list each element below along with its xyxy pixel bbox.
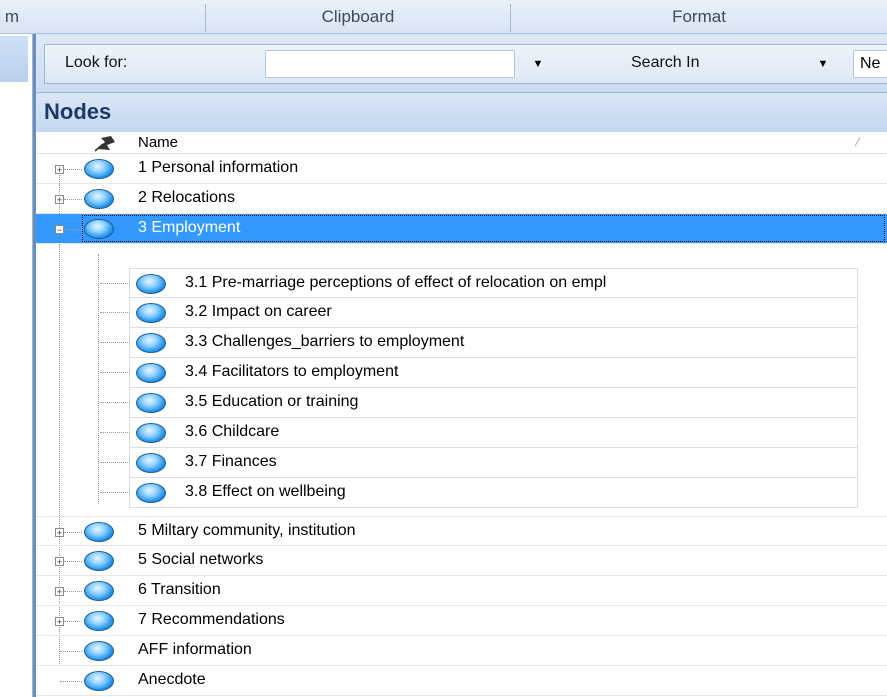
nodes-panel-header: Nodes [36, 92, 887, 132]
tree-line [100, 372, 130, 373]
collapse-minus-icon[interactable]: − [55, 225, 64, 235]
expand-plus-icon[interactable]: + [55, 557, 64, 567]
child-node-label: 3.5 Education or training [185, 393, 359, 410]
tree-line [100, 492, 130, 493]
tree-node-row[interactable]: Anecdote [36, 666, 887, 696]
tree-line [64, 229, 82, 230]
search-in-value[interactable]: Ne [853, 50, 887, 78]
node-icon [136, 483, 166, 503]
node-icon [84, 641, 114, 661]
node-icon [84, 159, 114, 179]
node-icon [84, 551, 114, 571]
panel-title: Nodes [44, 99, 112, 124]
tree-node-row[interactable]: AFF information [36, 636, 887, 666]
tree-node-row[interactable]: + 5 Miltary community, institution [36, 516, 887, 546]
dropdown-arrow-icon: ▼ [532, 58, 544, 70]
dropdown-arrow-icon: ▼ [817, 58, 829, 70]
tree-node-row-selected[interactable]: − 3 Employment [36, 214, 887, 244]
child-node-label: 3.6 Childcare [185, 423, 280, 440]
node-label: Anecdote [138, 671, 206, 688]
node-label: 2 Relocations [138, 189, 235, 206]
node-icon [84, 219, 114, 239]
node-icon [136, 423, 166, 443]
node-icon [84, 581, 114, 601]
column-header[interactable]: Name ⁄ [36, 132, 887, 154]
node-icon [136, 274, 166, 294]
child-node-label: 3.4 Facilitators to employment [185, 363, 399, 380]
node-label: 7 Recommendations [138, 611, 285, 628]
expand-plus-icon[interactable]: + [55, 195, 64, 205]
look-for-input[interactable] [265, 50, 515, 78]
child-node-row[interactable]: 3.6 Childcare [100, 418, 858, 448]
node-icon [136, 453, 166, 473]
pin-icon[interactable] [93, 133, 119, 153]
ribbon-group-partial: m [4, 7, 20, 26]
tree-line [100, 312, 130, 313]
node-icon [136, 393, 166, 413]
node-icon [84, 189, 114, 209]
node-label: 5 Social networks [138, 551, 264, 568]
look-for-dropdown-button[interactable]: ▼ [525, 50, 551, 78]
tree-node-row[interactable]: + 2 Relocations [36, 184, 887, 214]
child-node-row[interactable]: 3.3 Challenges_barriers to employment [100, 328, 858, 358]
node-label: 5 Miltary community, institution [138, 522, 356, 539]
tree-line [100, 342, 130, 343]
tree-line [64, 621, 82, 622]
child-node-row[interactable]: 3.7 Finances [100, 448, 858, 478]
child-node-row[interactable]: 3.8 Effect on wellbeing [100, 478, 858, 508]
child-node-label: 3.7 Finances [185, 453, 277, 470]
column-name-header[interactable]: Name [138, 134, 178, 151]
expand-plus-icon[interactable]: + [55, 587, 64, 597]
child-node-label: 3.2 Impact on career [185, 303, 332, 320]
navigation-pane [0, 34, 33, 697]
expand-plus-icon[interactable]: + [55, 165, 64, 175]
look-for-label: Look for: [65, 54, 128, 71]
navigation-pane-header [0, 36, 28, 82]
tree-line [64, 561, 82, 562]
expand-plus-icon[interactable]: + [55, 528, 64, 538]
tree-node-row[interactable]: + 5 Social networks [36, 546, 887, 576]
child-node-row[interactable]: 3.5 Education or training [100, 388, 858, 418]
node-label: AFF information [138, 641, 252, 658]
child-node-row[interactable]: 3.4 Facilitators to employment [100, 358, 858, 388]
tree-node-row[interactable]: + 1 Personal information [36, 154, 887, 184]
tree-line [60, 681, 82, 682]
node-icon [84, 611, 114, 631]
search-in-dropdown-button[interactable]: ▼ [813, 50, 833, 78]
expand-plus-icon[interactable]: + [55, 617, 64, 627]
child-node-label: 3.1 Pre-marriage perceptions of effect o… [185, 274, 607, 291]
child-node-row[interactable]: 3.1 Pre-marriage perceptions of effect o… [100, 268, 858, 298]
find-bar-inner: Look for: ▼ Search In ▼ Ne [44, 44, 887, 84]
node-icon [136, 303, 166, 323]
tree-line [60, 651, 82, 652]
ribbon-group-labels: m Clipboard Format [0, 0, 887, 34]
find-bar: Look for: ▼ Search In ▼ Ne [33, 34, 887, 92]
node-label: 6 Transition [138, 581, 221, 598]
tree-line [100, 462, 130, 463]
child-node-label: 3.3 Challenges_barriers to employment [185, 333, 465, 350]
tree-line [64, 199, 82, 200]
sort-icon: ⁄ [856, 135, 859, 149]
node-icon [136, 363, 166, 383]
tree-line [64, 169, 82, 170]
node-label: 1 Personal information [138, 159, 299, 176]
ribbon-group-clipboard: Clipboard [321, 7, 395, 26]
node-icon [84, 671, 114, 691]
tree-node-row[interactable]: + 6 Transition [36, 576, 887, 606]
child-nodes-container: 3.1 Pre-marriage perceptions of effect o… [98, 254, 887, 508]
tree-line [64, 591, 82, 592]
search-in-button[interactable]: Search In [631, 54, 699, 72]
child-node-row[interactable]: 3.2 Impact on career [100, 298, 858, 328]
tree-line [100, 432, 130, 433]
node-label: 3 Employment [138, 219, 241, 236]
tree-line [100, 283, 130, 284]
tree-line [64, 532, 82, 533]
tree-node-row[interactable]: + 7 Recommendations [36, 606, 887, 636]
nodes-panel: Nodes Name ⁄ + 1 Personal information + … [33, 92, 887, 697]
tree-line [100, 402, 130, 403]
child-node-label: 3.8 Effect on wellbeing [185, 483, 346, 500]
node-icon [136, 333, 166, 353]
ribbon-group-format: Format [672, 7, 726, 26]
node-icon [84, 522, 114, 542]
